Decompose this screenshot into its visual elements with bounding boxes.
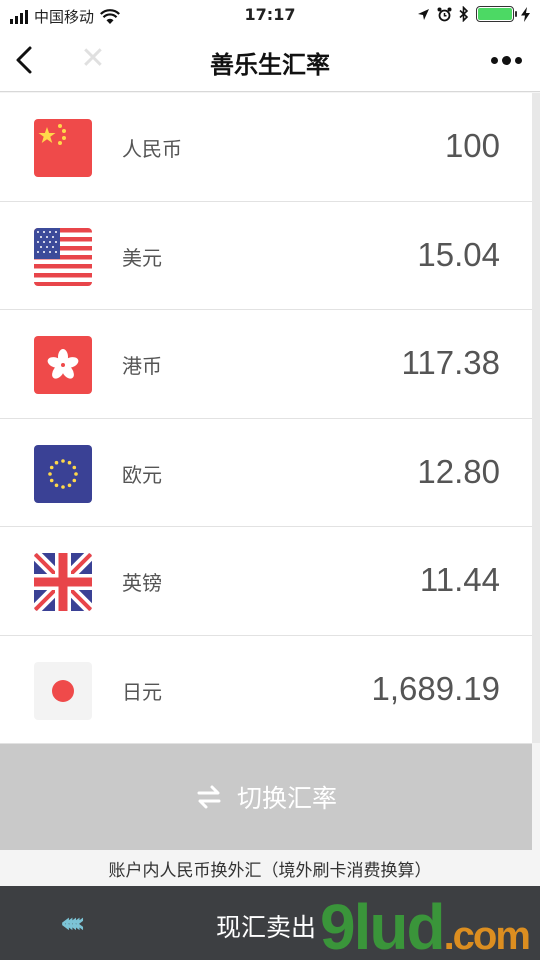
more-menu-button[interactable] bbox=[491, 50, 522, 70]
status-bar: 中国移动 17:17 bbox=[0, 0, 540, 30]
switch-rate-button[interactable]: 切换汇率 bbox=[0, 744, 532, 850]
back-button[interactable] bbox=[8, 42, 44, 78]
hong-kong-flag-icon bbox=[34, 336, 92, 394]
location-arrow-icon bbox=[418, 8, 429, 20]
currency-value[interactable]: 1,689.19 bbox=[372, 670, 500, 708]
rate-type-label[interactable]: 现汇卖出 bbox=[216, 908, 316, 944]
switch-rate-label: 切换汇率 bbox=[236, 784, 337, 813]
japan-flag-icon bbox=[34, 661, 92, 720]
battery-icon bbox=[476, 6, 517, 22]
currency-name: 人民币 bbox=[122, 137, 182, 161]
currency-value[interactable]: 15.04 bbox=[417, 236, 500, 274]
currency-row-eur[interactable]: 欧元 12.80 bbox=[0, 418, 532, 527]
china-flag-icon bbox=[34, 119, 92, 177]
currency-row-hkd[interactable]: 港币 117.38 bbox=[0, 310, 532, 419]
nav-bar: ✕ 善乐生汇率 bbox=[0, 30, 540, 92]
close-button[interactable]: ✕ bbox=[78, 44, 108, 74]
currency-value[interactable]: 117.38 bbox=[402, 344, 500, 382]
eu-flag-icon bbox=[34, 444, 92, 503]
chevron-left-icon bbox=[16, 46, 32, 74]
currency-list: 人民币 100 美元 15.04 港币 117.38 欧元 12.80 英镑 1… bbox=[0, 93, 532, 744]
chevrons-left-icon[interactable]: ‹‹‹‹‹ bbox=[60, 909, 86, 937]
bluetooth-icon bbox=[459, 6, 469, 22]
scroll-edge bbox=[532, 93, 540, 743]
alarm-icon bbox=[437, 7, 452, 21]
status-right bbox=[417, 6, 530, 22]
currency-name: 英镑 bbox=[122, 571, 162, 595]
currency-value[interactable]: 12.80 bbox=[417, 453, 500, 491]
currency-value[interactable]: 11.44 bbox=[420, 561, 500, 599]
more-dots-icon bbox=[491, 56, 498, 64]
uk-flag-icon bbox=[34, 553, 92, 611]
currency-name: 港币 bbox=[122, 354, 162, 378]
currency-name: 美元 bbox=[122, 245, 162, 270]
charging-icon bbox=[521, 6, 530, 22]
swap-arrows-icon bbox=[197, 785, 221, 809]
currency-row-cny[interactable]: 人民币 100 bbox=[0, 93, 532, 202]
conversion-note: 账户内人民币换外汇（境外刷卡消费换算） bbox=[108, 861, 432, 881]
currency-value[interactable]: 100 bbox=[445, 127, 500, 165]
currency-row-gbp[interactable]: 英镑 11.44 bbox=[0, 527, 532, 636]
watermark-logo: 9lud.com bbox=[320, 891, 531, 960]
usa-flag-icon bbox=[34, 227, 92, 286]
close-icon: ✕ bbox=[80, 41, 106, 76]
currency-name: 日元 bbox=[122, 679, 162, 704]
currency-row-jpy[interactable]: 日元 1,689.19 bbox=[0, 635, 532, 744]
currency-name: 欧元 bbox=[122, 462, 162, 487]
currency-row-usd[interactable]: 美元 15.04 bbox=[0, 201, 532, 310]
